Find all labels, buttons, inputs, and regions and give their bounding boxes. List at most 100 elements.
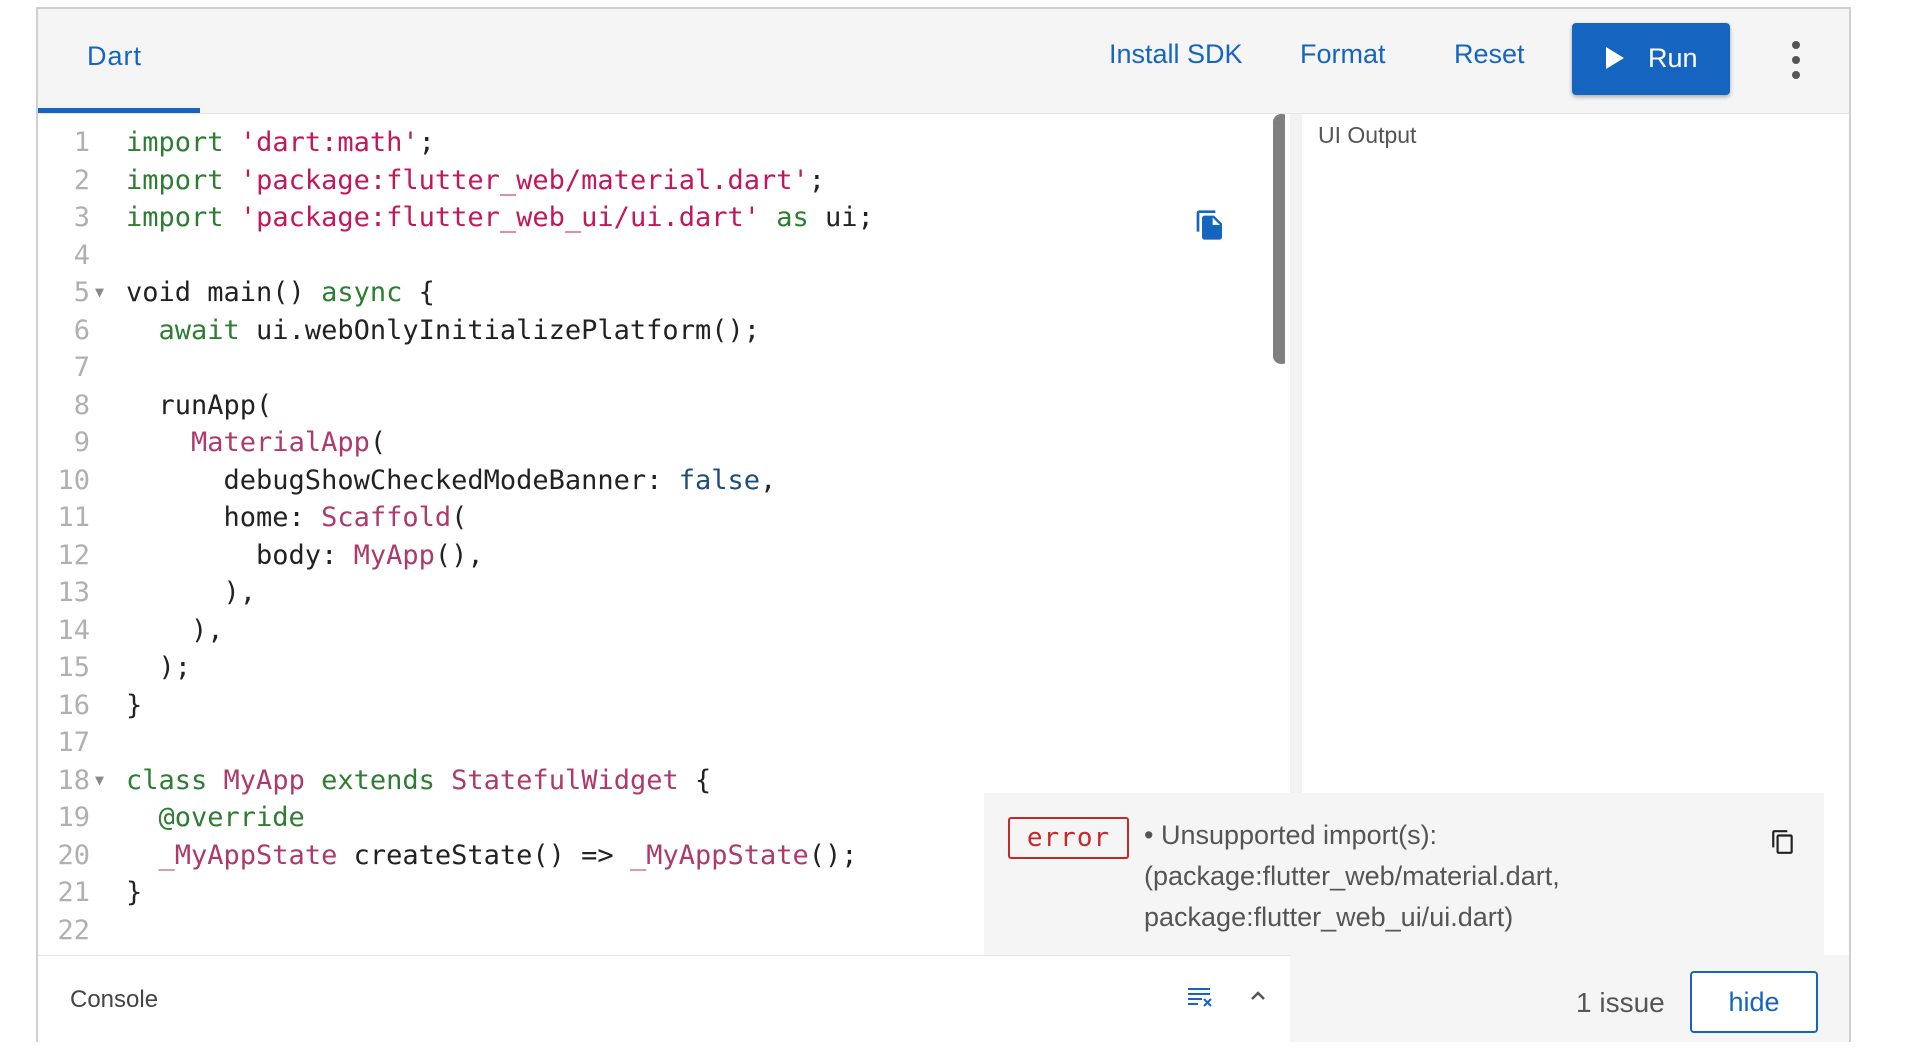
code-token: await bbox=[158, 314, 240, 346]
code-token: 'package:flutter_web/material.dart' bbox=[239, 164, 809, 196]
line-number: 22 bbox=[57, 914, 90, 946]
code-token: import bbox=[126, 164, 224, 196]
code-token: (), bbox=[434, 539, 484, 571]
code-text: MaterialApp( bbox=[126, 424, 386, 462]
tab-dart-label: Dart bbox=[87, 41, 143, 71]
code-token: } bbox=[126, 877, 143, 908]
line-number: 3 bbox=[73, 202, 90, 233]
code-text: class MyApp extends StatefulWidget { bbox=[126, 762, 711, 800]
play-icon bbox=[1606, 47, 1624, 69]
code-token: void main() bbox=[126, 277, 322, 308]
code-text: @override bbox=[126, 799, 305, 837]
code-token: ; bbox=[418, 127, 435, 158]
issue-message[interactable]: • Unsupported import(s): (package:flutte… bbox=[1144, 815, 1664, 938]
line-number: 5 bbox=[73, 277, 90, 308]
line-number: 17 bbox=[57, 727, 90, 758]
fold-arrow-icon[interactable]: ▼ bbox=[95, 274, 104, 312]
code-text: import 'package:flutter_web/material.dar… bbox=[126, 162, 825, 200]
fold-arrow-icon[interactable]: ▼ bbox=[95, 762, 104, 800]
copy-issue-icon[interactable] bbox=[1770, 827, 1796, 857]
code-token: @override bbox=[158, 802, 305, 833]
line-number: 14 bbox=[57, 614, 90, 646]
error-badge: error bbox=[1008, 817, 1129, 859]
line-number: 7 bbox=[73, 352, 90, 383]
code-token: 'dart:math' bbox=[239, 127, 419, 158]
issues-panel: error • Unsupported import(s): (package:… bbox=[984, 793, 1824, 955]
code-text: } bbox=[126, 687, 142, 725]
code-text: ), bbox=[126, 612, 224, 650]
code-token: { bbox=[678, 764, 712, 796]
chevron-up-icon[interactable] bbox=[1246, 984, 1270, 1008]
console-bar: Console bbox=[38, 955, 1290, 1043]
hide-issues-button[interactable]: hide bbox=[1690, 971, 1818, 1033]
code-token: } bbox=[126, 689, 143, 721]
code-token: async bbox=[321, 277, 403, 308]
code-token: import bbox=[126, 202, 224, 233]
toolbar: Dart Install SDK Format Reset Run bbox=[38, 9, 1849, 114]
code-token: ), bbox=[126, 614, 224, 646]
run-button[interactable]: Run bbox=[1572, 23, 1730, 95]
code-token: _MyAppState bbox=[629, 839, 809, 871]
clear-console-icon[interactable] bbox=[1186, 985, 1216, 1009]
line-number: 15 bbox=[57, 652, 90, 683]
line-number: 2 bbox=[73, 164, 90, 196]
code-token: home: bbox=[126, 502, 322, 533]
issue-count: 1 issue bbox=[1576, 987, 1665, 1018]
code-token: ); bbox=[126, 652, 192, 683]
line-number: 18 bbox=[57, 764, 90, 796]
code-token: class bbox=[126, 764, 208, 796]
line-number: 12 bbox=[57, 539, 90, 571]
line-number: 11 bbox=[57, 502, 90, 533]
code-token: 'package:flutter_web_ui/ui.dart' bbox=[239, 202, 760, 233]
line-number: 10 bbox=[57, 464, 90, 496]
code-token: Scaffold bbox=[321, 502, 452, 533]
format-button[interactable]: Format bbox=[1300, 39, 1386, 70]
code-text: home: Scaffold( bbox=[126, 499, 468, 537]
code-token: (); bbox=[808, 839, 858, 871]
code-token: ( bbox=[451, 502, 468, 533]
code-token: ), bbox=[126, 577, 257, 608]
line-number: 20 bbox=[57, 839, 90, 871]
run-button-label: Run bbox=[1648, 43, 1698, 73]
code-token: MyApp bbox=[223, 764, 305, 796]
line-number: 21 bbox=[57, 877, 90, 908]
code-token: MaterialApp bbox=[191, 427, 370, 458]
code-token: ui; bbox=[808, 202, 874, 233]
code-text: import 'package:flutter_web_ui/ui.dart' … bbox=[126, 199, 874, 237]
install-sdk-button[interactable]: Install SDK bbox=[1109, 39, 1243, 70]
active-tab-indicator bbox=[38, 108, 200, 113]
code-token: ( bbox=[369, 427, 387, 458]
code-token: false bbox=[678, 464, 760, 496]
tab-dart[interactable]: Dart bbox=[38, 9, 200, 113]
issues-status-bar: 1 issue hide bbox=[1290, 955, 1849, 1042]
code-text: void main() async { bbox=[126, 274, 435, 312]
line-number: 1 bbox=[73, 127, 90, 158]
copy-code-icon[interactable] bbox=[1194, 207, 1226, 243]
code-token: as bbox=[776, 202, 809, 233]
code-token: { bbox=[402, 277, 435, 308]
code-token: StatefulWidget bbox=[451, 764, 679, 796]
line-number: 6 bbox=[73, 314, 90, 346]
console-label: Console bbox=[70, 986, 159, 1013]
editor-scrollbar[interactable] bbox=[1273, 114, 1285, 364]
code-token: ; bbox=[808, 164, 826, 196]
code-text: await ui.webOnlyInitializePlatform(); bbox=[126, 312, 760, 350]
ui-output-title: UI Output bbox=[1318, 122, 1417, 148]
code-token: MyApp bbox=[353, 539, 435, 571]
line-number: 9 bbox=[73, 427, 90, 458]
code-token: debugShowCheckedModeBanner: bbox=[126, 464, 679, 496]
code-text: body: MyApp(), bbox=[126, 537, 484, 575]
line-number: 8 bbox=[73, 389, 90, 421]
line-number: 13 bbox=[57, 577, 90, 608]
reset-button[interactable]: Reset bbox=[1454, 39, 1525, 70]
more-options-icon[interactable] bbox=[1790, 41, 1802, 81]
